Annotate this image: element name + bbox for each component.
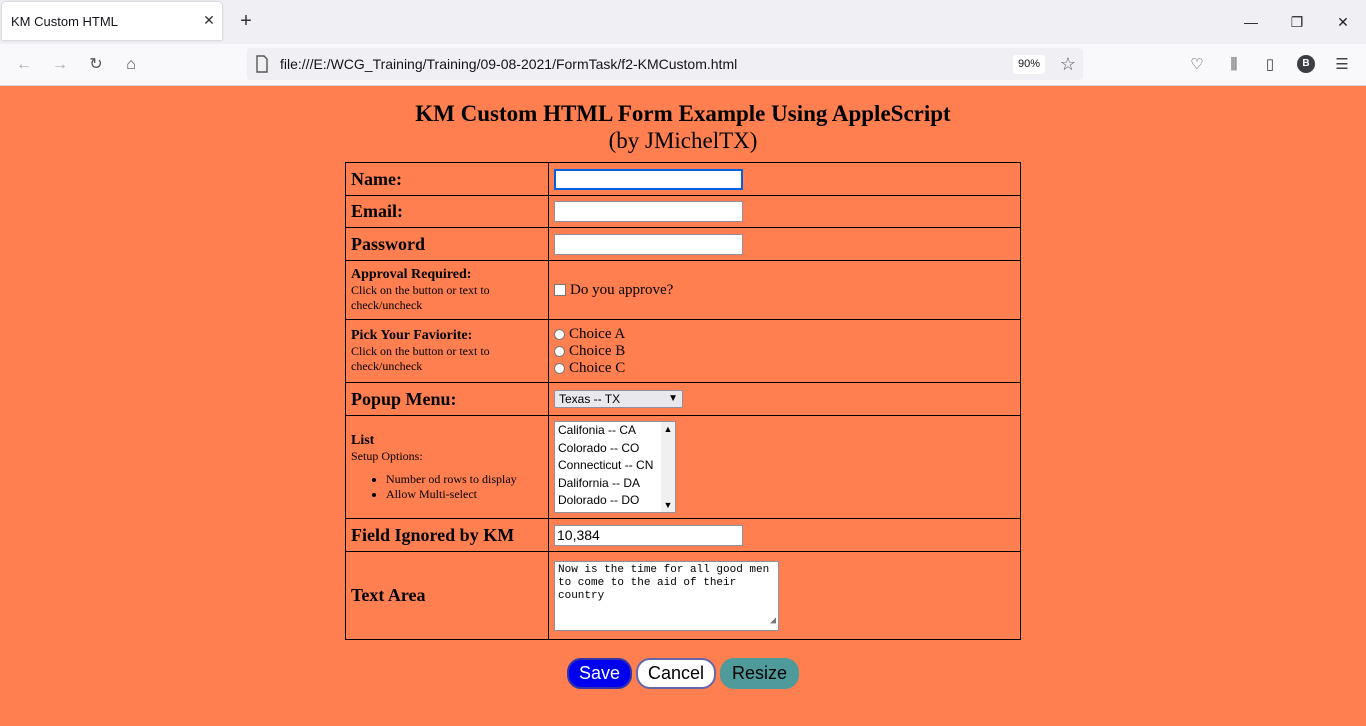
text-area-value: Now is the time for all good men to come…	[558, 563, 776, 602]
forward-icon[interactable]: →	[48, 53, 72, 77]
cancel-button[interactable]: Cancel	[635, 658, 717, 689]
list-setup-item: Allow Multi-select	[386, 487, 543, 502]
bookmark-star-icon[interactable]: ☆	[1057, 53, 1079, 75]
email-input-cell	[548, 195, 1021, 228]
list-item[interactable]: Dolorado -- DO	[555, 492, 675, 510]
zoom-level[interactable]: 90%	[1013, 55, 1045, 74]
choice-c-row[interactable]: Choice C	[554, 360, 1015, 377]
approval-checkbox-row[interactable]: Do you approve?	[554, 282, 1015, 299]
back-icon[interactable]: ←	[12, 53, 36, 77]
popup-cell: Texas -- TX ▼	[548, 382, 1021, 416]
chevron-down-icon: ▼	[668, 393, 678, 404]
list-note: Setup Options:	[351, 448, 423, 463]
approval-label-cell: Approval Required: Click on the button o…	[345, 260, 549, 320]
state-listbox[interactable]: Califonia -- CA Colorado -- CO Connectic…	[554, 421, 676, 513]
name-input[interactable]	[554, 168, 743, 190]
window-close-icon[interactable]: ✕	[1330, 10, 1356, 34]
close-tab-icon[interactable]: ✕	[200, 11, 218, 29]
choice-b-label[interactable]: Choice B	[569, 343, 625, 360]
form-table: Name: Email: Password Approval Required:…	[345, 162, 1021, 640]
ignored-cell: 10,384	[548, 518, 1021, 552]
list-item[interactable]: Califonia -- CA	[555, 422, 675, 440]
pick-label-cell: Pick Your Faviorite: Click on the button…	[345, 319, 549, 383]
library-icon[interactable]: ⫼	[1222, 53, 1246, 77]
password-input[interactable]	[554, 233, 743, 255]
text-area[interactable]: Now is the time for all good men to come…	[554, 560, 779, 631]
choice-a-radio[interactable]	[554, 328, 565, 340]
home-icon[interactable]: ⌂	[119, 53, 143, 77]
textarea-label: Text Area	[351, 585, 426, 605]
url-text[interactable]: file:///E:/WCG_Training/Training/09-08-2…	[280, 56, 737, 72]
choice-c-label[interactable]: Choice C	[569, 360, 625, 377]
pick-note: Click on the button or text to check/unc…	[351, 344, 490, 373]
page-title: KM Custom HTML Form Example Using AppleS…	[415, 101, 951, 126]
resize-button[interactable]: Resize	[720, 658, 800, 689]
name-label: Name:	[351, 168, 402, 189]
ignored-label: Field Ignored by KM	[351, 524, 515, 545]
resize-grip-icon[interactable]: ◢	[770, 615, 776, 628]
password-input-cell	[548, 227, 1021, 261]
choice-a-label[interactable]: Choice A	[569, 326, 625, 343]
list-label: List	[351, 432, 375, 448]
page-content: KM Custom HTML Form Example Using AppleS…	[0, 85, 1366, 726]
scroll-up-icon[interactable]: ▲	[661, 422, 675, 436]
choice-a-row[interactable]: Choice A	[554, 326, 1015, 343]
name-label-cell: Name:	[345, 162, 549, 196]
sidebar-icon[interactable]: ▯	[1258, 53, 1282, 77]
list-setup-item: Number od rows to display	[386, 472, 543, 487]
ignored-label-cell: Field Ignored by KM	[345, 518, 549, 552]
list-item[interactable]: Colorado -- CO	[555, 440, 675, 458]
email-input[interactable]	[554, 201, 743, 222]
password-label: Password	[351, 233, 426, 254]
list-item[interactable]: Connecticut -- CN	[555, 457, 675, 475]
menu-icon[interactable]: ☰	[1330, 53, 1354, 77]
approval-label: Approval Required:	[351, 267, 472, 282]
pick-cell: Choice A Choice B Choice C	[548, 319, 1021, 383]
popup-select[interactable]: Texas -- TX ▼	[554, 390, 683, 408]
choice-b-row[interactable]: Choice B	[554, 343, 1015, 360]
button-bar: Save Cancel Resize	[0, 658, 1366, 689]
browser-tab[interactable]: KM Custom HTML ✕	[2, 2, 222, 40]
approval-note: Click on the button or text to check/unc…	[351, 283, 490, 312]
textarea-label-cell: Text Area	[345, 551, 549, 640]
reload-icon[interactable]: ↻	[84, 53, 108, 77]
page-subtitle: (by JMichelTX)	[608, 128, 758, 153]
nav-bar: ← → ↻ ⌂ file:///E:/WCG_Training/Training…	[0, 44, 1366, 86]
email-label-cell: Email:	[345, 195, 549, 228]
list-label-cell: List Setup Options: Number od rows to di…	[345, 415, 549, 519]
pick-label: Pick Your Faviorite:	[351, 328, 473, 343]
choice-c-radio[interactable]	[554, 362, 565, 374]
email-label: Email:	[351, 201, 403, 221]
listbox-scrollbar[interactable]: ▲ ▼	[661, 422, 675, 512]
approval-option-label[interactable]: Do you approve?	[570, 282, 673, 299]
file-icon	[256, 55, 268, 73]
scroll-down-icon[interactable]: ▼	[661, 498, 675, 512]
approval-cell: Do you approve?	[548, 260, 1021, 320]
restore-icon[interactable]: ❐	[1284, 10, 1310, 34]
list-setup-options: Number od rows to display Allow Multi-se…	[351, 472, 543, 502]
url-bar[interactable]: file:///E:/WCG_Training/Training/09-08-2…	[247, 48, 1083, 80]
minimize-icon[interactable]: —	[1238, 10, 1264, 34]
tab-title: KM Custom HTML	[11, 14, 118, 29]
save-button[interactable]: Save	[566, 658, 632, 689]
account-avatar[interactable]: B	[1297, 55, 1315, 73]
popup-label-cell: Popup Menu:	[345, 382, 549, 416]
list-item[interactable]: Dalifornia -- DA	[555, 475, 675, 493]
textarea-cell: Now is the time for all good men to come…	[548, 551, 1021, 640]
popup-selected-value: Texas -- TX	[559, 392, 621, 406]
popup-label: Popup Menu:	[351, 388, 457, 409]
ignored-input[interactable]: 10,384	[554, 524, 743, 546]
tab-strip: KM Custom HTML ✕ + — ❐ ✕	[0, 0, 1366, 44]
new-tab-icon[interactable]: +	[236, 11, 256, 32]
pocket-icon[interactable]: ♡	[1185, 53, 1209, 77]
approval-checkbox[interactable]	[554, 284, 566, 296]
name-input-cell	[548, 162, 1021, 196]
browser-chrome: KM Custom HTML ✕ + — ❐ ✕ ← → ↻ ⌂ file://…	[0, 0, 1366, 86]
password-label-cell: Password	[345, 227, 549, 261]
choice-b-radio[interactable]	[554, 345, 565, 357]
list-cell: Califonia -- CA Colorado -- CO Connectic…	[548, 415, 1021, 519]
